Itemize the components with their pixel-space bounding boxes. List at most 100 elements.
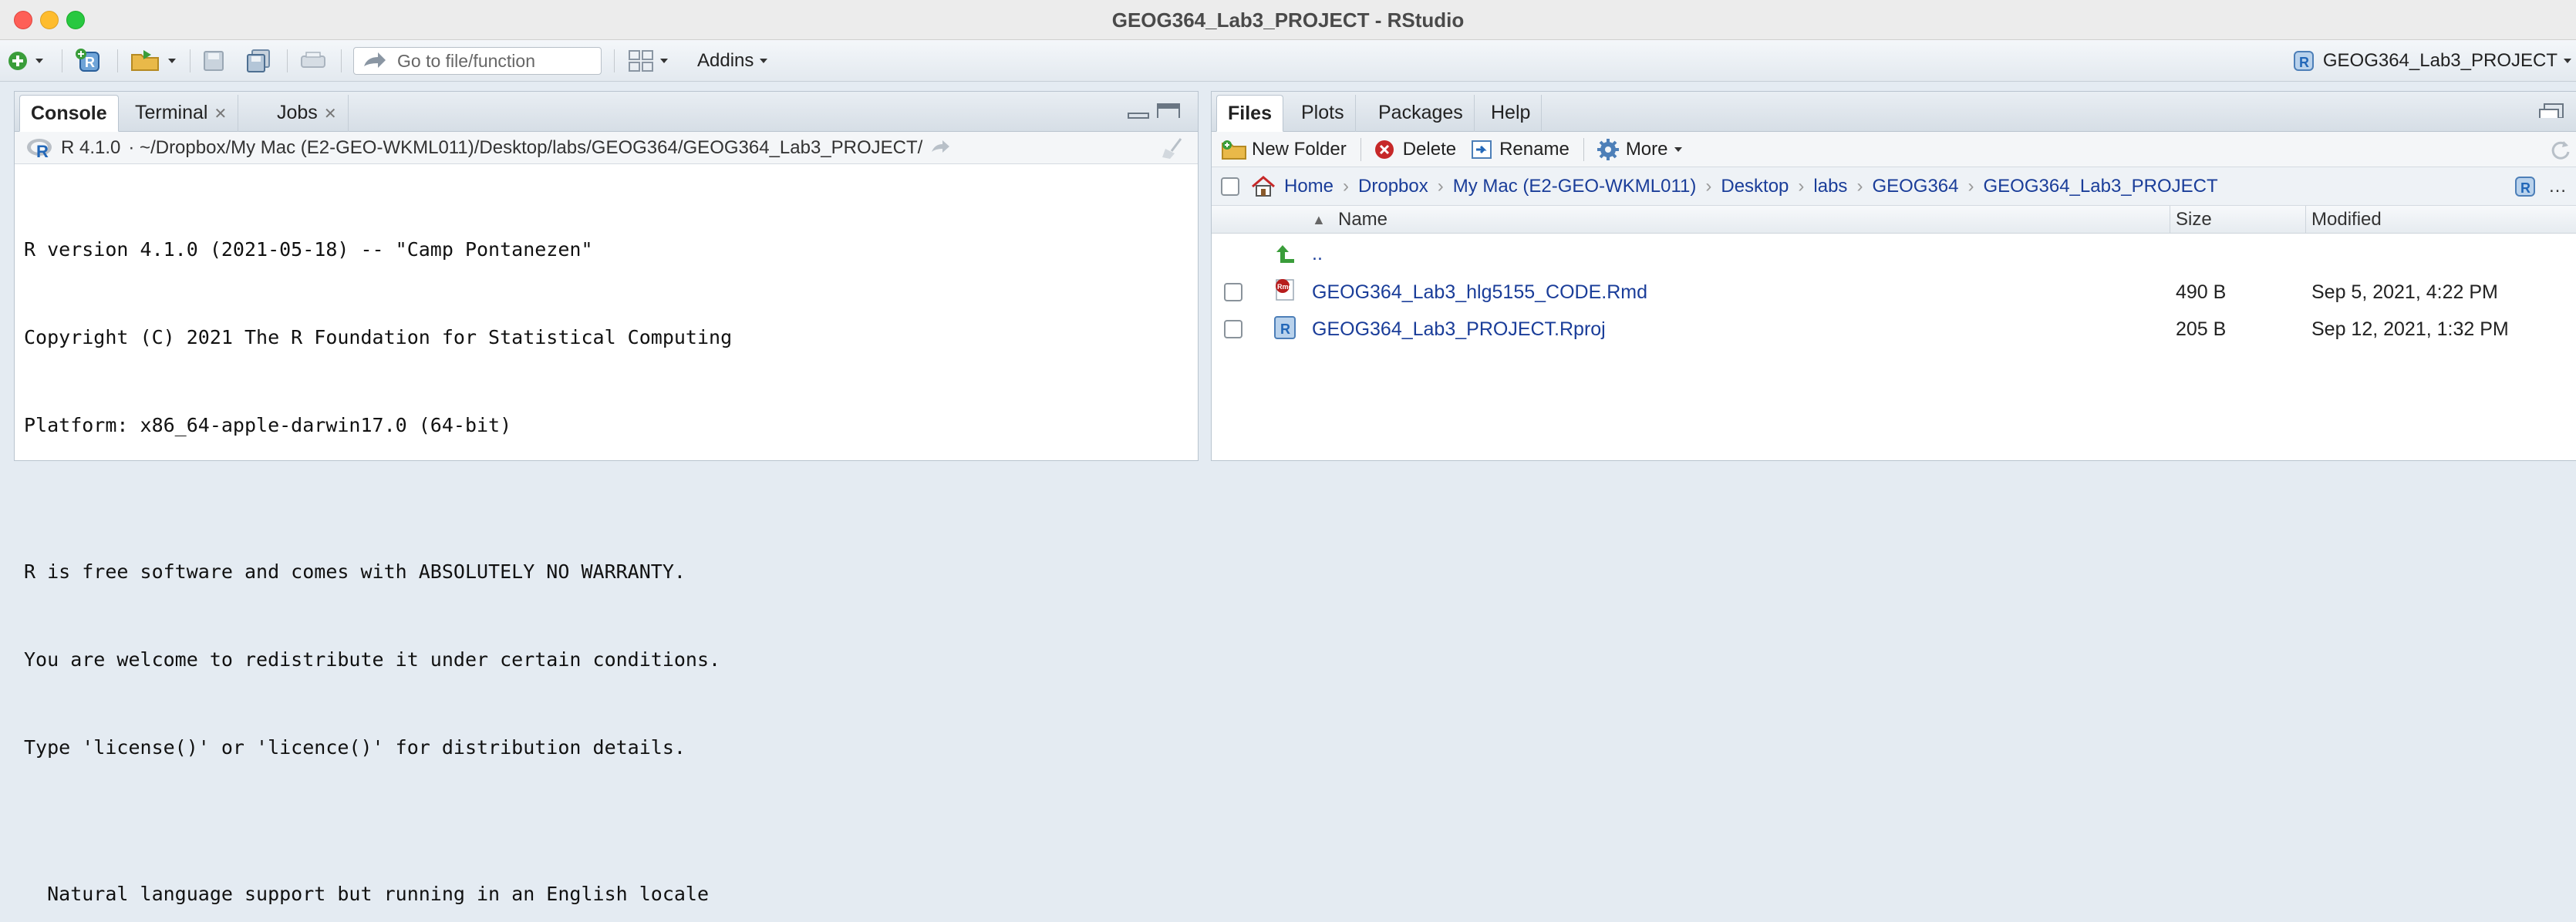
breadcrumb-my-mac[interactable]: My Mac (E2-GEO-WKML011) <box>1453 176 1697 197</box>
toolbar-divider <box>1583 137 1584 161</box>
breadcrumb-labs[interactable]: labs <box>1813 176 1847 197</box>
working-directory-path: · ~/Dropbox/My Mac (E2-GEO-WKML011)/Desk… <box>128 136 923 158</box>
console-line: You are welcome to redistribute it under… <box>24 648 721 671</box>
title-bar: GEOG364_Lab3_PROJECT - RStudio <box>0 0 2576 40</box>
save-button[interactable] <box>202 46 225 76</box>
console-line: Natural language support but running in … <box>24 883 710 905</box>
grid-icon <box>629 50 653 72</box>
console-tabbar: Console Terminal ✕ Jobs ✕ <box>15 92 1198 132</box>
tab-terminal-label: Terminal <box>135 102 208 123</box>
chevron-down-icon <box>35 59 43 63</box>
broom-icon[interactable] <box>1161 136 1187 160</box>
parent-directory-link[interactable]: .. <box>1312 235 1323 272</box>
folder-open-icon <box>131 50 159 71</box>
refresh-icon[interactable] <box>2548 138 2571 161</box>
more-menu[interactable]: More <box>1597 138 1682 161</box>
more-label: More <box>1625 138 1668 160</box>
tab-console[interactable]: Console <box>19 95 119 132</box>
home-icon[interactable] <box>1250 175 1276 198</box>
print-icon <box>301 52 325 68</box>
save-icon <box>204 51 224 71</box>
files-tabbar: Files Plots Packages Help <box>1212 92 2576 132</box>
file-modified: Sep 12, 2021, 1:32 PM <box>2311 318 2509 340</box>
open-file-button[interactable] <box>130 46 176 76</box>
parent-folder-icon <box>1276 245 1294 263</box>
new-project-icon: R <box>76 49 99 72</box>
breadcrumb-project[interactable]: GEOG364_Lab3_PROJECT <box>1984 176 2218 197</box>
tab-plots[interactable]: Plots <box>1290 95 1356 132</box>
new-folder-button[interactable]: New Folder <box>1221 139 1347 160</box>
go-to-project-dir-icon[interactable]: R <box>2514 176 2536 197</box>
tab-jobs[interactable]: Jobs ✕ <box>266 95 349 132</box>
files-toolbar: New Folder Delete Rename More <box>1212 132 2576 167</box>
svg-text:R: R <box>85 55 95 70</box>
go-to-file-input[interactable]: Go to file/function <box>353 47 602 75</box>
file-name-link[interactable]: GEOG364_Lab3_hlg5155_CODE.Rmd <box>1312 274 1647 311</box>
toolbar-divider <box>117 49 118 72</box>
tab-terminal[interactable]: Terminal ✕ <box>124 95 239 132</box>
go-to-directory-icon[interactable] <box>930 140 952 156</box>
rproj-icon: R <box>2293 51 2314 71</box>
toolbar-divider <box>1360 137 1361 161</box>
chevron-down-icon <box>1674 146 1682 152</box>
console-line: Copyright (C) 2021 The R Foundation for … <box>24 326 733 348</box>
new-folder-icon <box>1222 140 1246 160</box>
delete-label: Delete <box>1402 138 1457 160</box>
tab-plots-label: Plots <box>1301 102 1344 123</box>
workspace-panes-button[interactable] <box>628 46 668 76</box>
table-row[interactable]: R GEOG364_Lab3_PROJECT.Rproj 205 B Sep 1… <box>1212 311 2576 348</box>
column-modified[interactable]: Modified <box>2311 206 2382 234</box>
addins-menu[interactable]: Addins <box>697 46 768 76</box>
toolbar-divider <box>614 49 615 72</box>
maximize-pane-icon[interactable] <box>1156 103 1181 118</box>
new-file-button[interactable] <box>6 46 43 76</box>
save-all-icon <box>247 49 270 72</box>
tab-help-label: Help <box>1491 102 1531 123</box>
delete-button[interactable]: Delete <box>1374 139 1456 160</box>
file-checkbox[interactable] <box>1224 283 1242 301</box>
console-working-directory: R R 4.1.0 · ~/Dropbox/My Mac (E2-GEO-WKM… <box>15 132 1198 164</box>
table-row[interactable]: Rmd GEOG364_Lab3_hlg5155_CODE.Rmd 490 B … <box>1212 274 2576 311</box>
rename-button[interactable]: Rename <box>1470 139 1570 160</box>
svg-text:Rmd: Rmd <box>1277 283 1293 291</box>
file-checkbox[interactable] <box>1224 320 1242 338</box>
close-icon[interactable]: ✕ <box>214 106 227 123</box>
main-toolbar: R Go to file/function Addins R GEOG364_L… <box>0 40 2576 82</box>
r-version: R 4.1.0 <box>61 136 121 158</box>
rename-icon <box>1472 140 1492 159</box>
rmd-file-icon: Rmd <box>1276 279 1294 301</box>
breadcrumb-desktop[interactable]: Desktop <box>1721 176 1789 197</box>
gear-icon <box>1597 138 1619 160</box>
column-name[interactable]: Name <box>1338 206 1387 234</box>
toolbar-divider <box>190 49 191 72</box>
breadcrumb-geog364[interactable]: GEOG364 <box>1872 176 1958 197</box>
select-all-checkbox[interactable] <box>1221 177 1239 196</box>
delete-icon <box>1374 140 1394 159</box>
new-project-button[interactable]: R <box>74 46 105 76</box>
breadcrumb-dropbox[interactable]: Dropbox <box>1358 176 1428 197</box>
close-icon[interactable]: ✕ <box>324 106 337 123</box>
more-path-icon[interactable]: … <box>2548 176 2567 197</box>
file-list-header: ▲ Name Size Modified <box>1212 206 2576 234</box>
console-output[interactable]: R version 4.1.0 (2021-05-18) -- "Camp Po… <box>24 177 732 922</box>
save-all-button[interactable] <box>245 46 273 76</box>
breadcrumb-separator: › <box>1705 175 1712 197</box>
column-divider <box>2305 206 2306 234</box>
tab-files[interactable]: Files <box>1216 95 1283 132</box>
print-button[interactable] <box>299 46 327 76</box>
new-folder-label: New Folder <box>1252 138 1347 160</box>
breadcrumb-separator: › <box>1343 175 1350 197</box>
column-size[interactable]: Size <box>2176 206 2212 234</box>
project-name: GEOG364_Lab3_PROJECT <box>2322 50 2557 71</box>
console-line: R is free software and comes with ABSOLU… <box>24 560 686 583</box>
tab-help[interactable]: Help <box>1480 95 1543 132</box>
files-pane: Files Plots Packages Help New Folder Del… <box>1211 91 2576 461</box>
tab-packages[interactable]: Packages <box>1367 95 1475 132</box>
project-menu[interactable]: R GEOG364_Lab3_PROJECT <box>2292 46 2571 76</box>
tab-jobs-label: Jobs <box>277 102 318 123</box>
minimize-pane-icon[interactable] <box>1127 106 1150 121</box>
restore-pane-icon[interactable] <box>2538 103 2566 118</box>
parent-directory-row[interactable]: .. <box>1212 235 2576 272</box>
breadcrumb-home[interactable]: Home <box>1284 176 1334 197</box>
file-name-link[interactable]: GEOG364_Lab3_PROJECT.Rproj <box>1312 311 1606 348</box>
